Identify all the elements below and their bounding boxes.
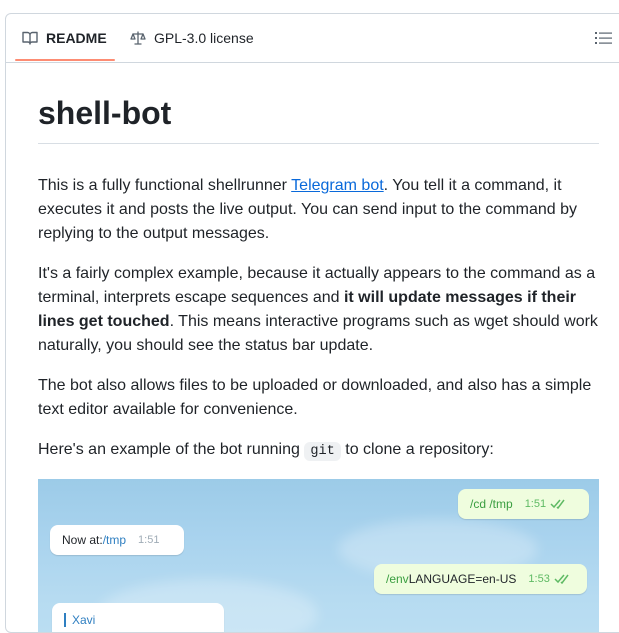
- tab-readme[interactable]: README: [22, 14, 107, 61]
- tab-bar: README GPL-3.0 license: [6, 14, 619, 63]
- chat-screenshot: /cd /tmp 1:51 Now at: /tmp 1:51 /env LAN…: [38, 479, 599, 632]
- active-tab-indicator: [15, 59, 115, 61]
- example-text-start: Here's an example of the bot running: [38, 441, 305, 458]
- intro-paragraph: This is a fully functional shellrunner T…: [38, 174, 599, 246]
- message-command: /cd /tmp: [470, 497, 513, 511]
- example-text-end: to clone a repository:: [340, 441, 494, 458]
- telegram-bot-link[interactable]: Telegram bot: [291, 177, 384, 194]
- message-time: 1:51: [138, 534, 160, 546]
- example-paragraph: Here's an example of the bot running git…: [38, 438, 599, 464]
- message-text: LANGUAGE=en-US: [408, 572, 517, 586]
- tab-license[interactable]: GPL-3.0 license: [130, 14, 254, 61]
- message-text: Now at:: [62, 533, 103, 547]
- double-check-icon: [554, 574, 569, 584]
- tab-license-label: GPL-3.0 license: [154, 29, 254, 46]
- inline-code: git: [304, 442, 341, 461]
- message-time: 1:53: [528, 573, 550, 585]
- complexity-paragraph: It's a fairly complex example, because i…: [38, 262, 599, 358]
- book-icon: [22, 31, 38, 45]
- files-paragraph: The bot also allows files to be uploaded…: [38, 377, 592, 418]
- readme-panel: README GPL-3.0 license shell-bot This is…: [5, 13, 619, 633]
- message-time: 1:51: [524, 498, 547, 510]
- double-check-icon: [550, 499, 565, 509]
- message-command: /env: [386, 572, 409, 586]
- message-path: /tmp: [102, 533, 127, 547]
- chat-message-out: /env LANGUAGE=en-US 1:53: [374, 564, 587, 594]
- reply-sender-name: Xavi: [64, 613, 95, 627]
- tab-readme-label: README: [46, 29, 107, 46]
- chat-message-in: Now at: /tmp 1:51: [50, 525, 184, 555]
- intro-text-start: This is a fully functional shellrunner: [38, 177, 292, 194]
- page-title: shell-bot: [38, 93, 599, 144]
- list-icon[interactable]: [595, 30, 613, 46]
- chat-message-in: Xavi: [52, 603, 224, 632]
- chat-message-out: /cd /tmp 1:51: [458, 489, 589, 519]
- scale-icon: [130, 30, 146, 45]
